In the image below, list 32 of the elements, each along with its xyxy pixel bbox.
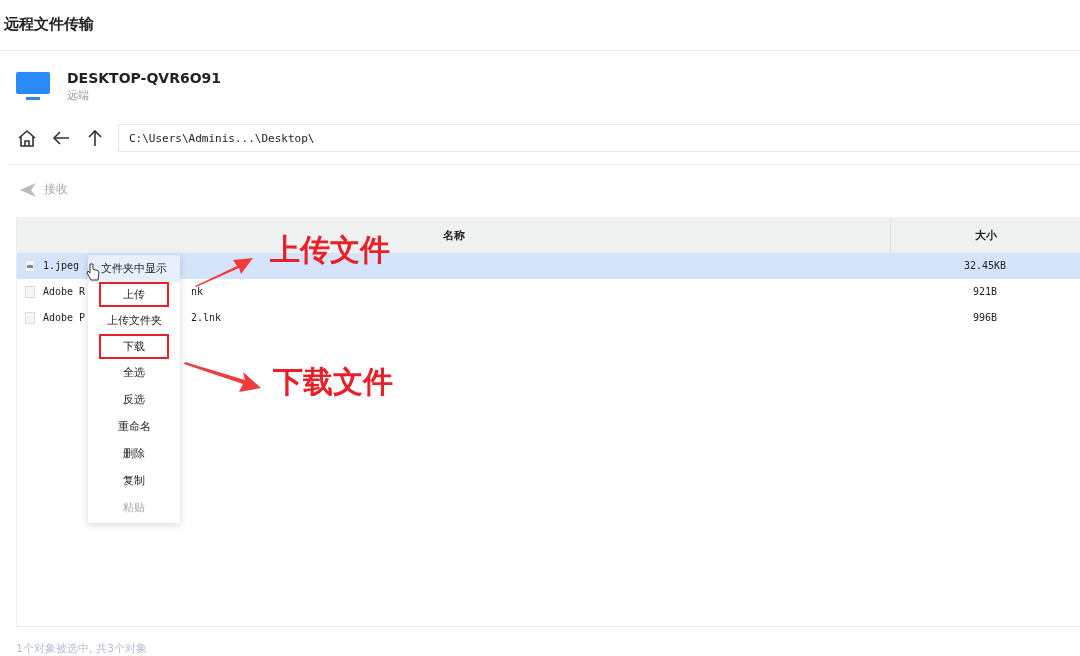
file-icon [25, 311, 35, 324]
file-name: nk [191, 286, 204, 298]
file-name: 1.jpeg [43, 260, 80, 272]
menu-item[interactable]: 反选 [88, 386, 180, 413]
device-location: 远端 [67, 87, 90, 103]
file-size: 996B [971, 312, 999, 324]
send-icon [20, 182, 36, 197]
file-icon [25, 285, 35, 298]
file-name: Adobe P [43, 312, 86, 324]
file-size: 32.45KB [962, 260, 1008, 272]
file-name: 2.lnk [191, 312, 222, 324]
device-name: DESKTOP-QVR6O91 [67, 69, 222, 86]
menu-item[interactable]: 上传文件夹 [88, 307, 180, 334]
status-text: 1个对象被选中, 共3个对象 [16, 641, 148, 656]
menu-item[interactable]: 下载 [99, 334, 169, 359]
menu-item[interactable]: 复制 [88, 467, 180, 494]
menu-item[interactable]: 删除 [88, 440, 180, 467]
file-name: Adobe R [43, 286, 86, 298]
arrow-icon [193, 256, 255, 288]
arrow-icon [183, 360, 263, 394]
monitor-icon [16, 72, 50, 101]
home-icon[interactable] [16, 127, 38, 150]
image-file-icon [25, 259, 35, 272]
menu-item[interactable]: 全选 [88, 359, 180, 386]
column-header[interactable]: 大小 [891, 217, 1080, 253]
window-title: 远程文件传输 [4, 15, 94, 35]
menu-item[interactable]: 文件夹中显示 [88, 255, 180, 282]
menu-item[interactable]: 重命名 [88, 413, 180, 440]
file-size: 921B [971, 286, 999, 298]
path-field[interactable]: C:\Users\Adminis...\Desktop\ [118, 124, 1080, 153]
annotation-text: 下载文件 [273, 363, 393, 401]
menu-item[interactable]: 上传 [99, 282, 169, 307]
